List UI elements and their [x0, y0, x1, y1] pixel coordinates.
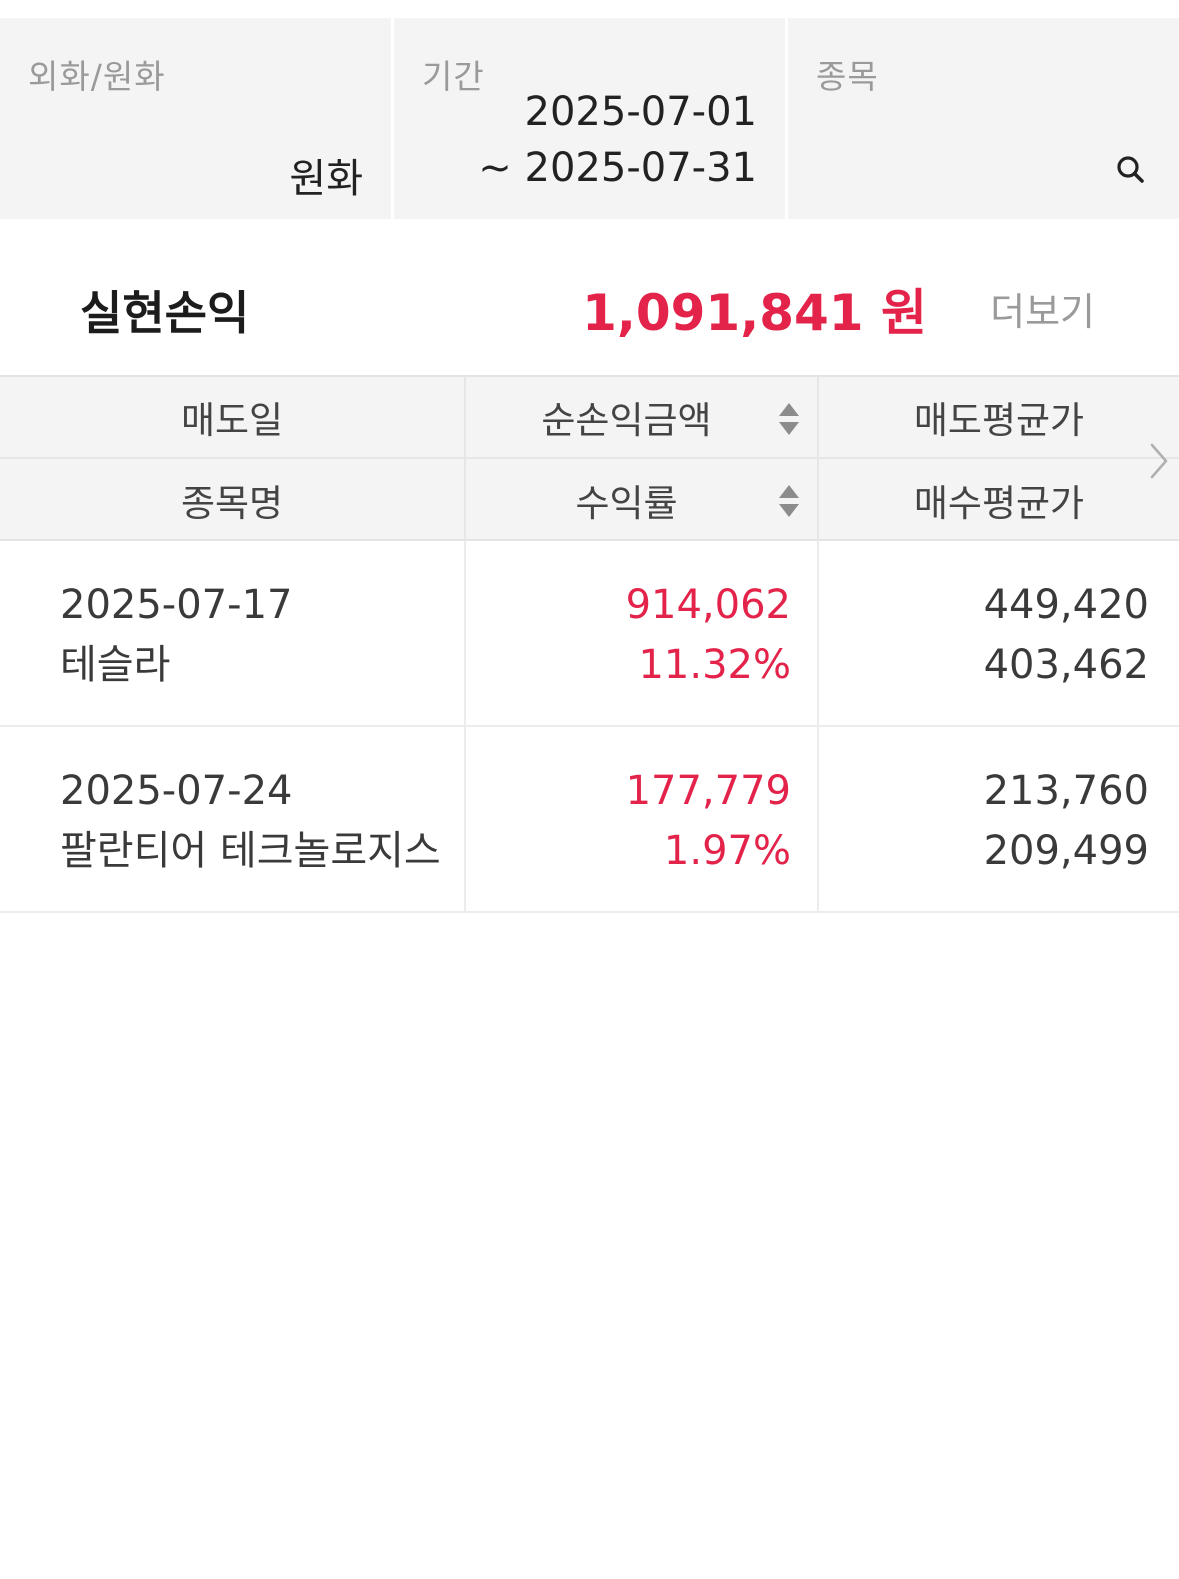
header-avg-sell-price: 매도평균가	[819, 377, 1179, 457]
row-profit-cell: 914,062 11.32%	[466, 541, 819, 725]
realized-profit-summary: 실현손익 1,091,841 원 더보기	[0, 219, 1179, 375]
row-profit-cell: 177,779 1.97%	[466, 727, 819, 911]
table-row[interactable]: 2025-07-17 테슬라 914,062 11.32% 449,420 40…	[0, 541, 1179, 727]
currency-filter-label: 외화/원화	[28, 57, 166, 96]
period-range: 2025-07-01 ~ 2025-07-31	[478, 84, 757, 196]
sell-date: 2025-07-24	[60, 768, 293, 814]
net-profit: 177,779	[625, 768, 791, 814]
header-stock-name: 종목명	[0, 459, 466, 541]
sort-icon[interactable]	[777, 399, 801, 439]
search-icon[interactable]	[1115, 154, 1145, 184]
chevron-right-icon[interactable]	[1147, 441, 1171, 481]
stock-name: 팔란티어 테크놀로지스	[60, 828, 441, 874]
stock-filter-label: 종목	[816, 57, 879, 96]
row-price-cell: 449,420 403,462	[819, 541, 1179, 725]
sort-icon[interactable]	[777, 481, 801, 521]
period-start: 2025-07-01	[524, 89, 757, 135]
currency-filter-value: 원화	[289, 156, 363, 202]
summary-amount: 1,091,841 원	[582, 284, 927, 342]
net-profit: 914,062	[625, 582, 791, 628]
header-avg-sell-price-label: 매도평균가	[913, 399, 1085, 442]
row-price-cell: 213,760 209,499	[819, 727, 1179, 911]
row-date-name-cell: 2025-07-24 팔란티어 테크놀로지스	[0, 727, 466, 911]
header-row-2: 종목명 수익률 매수평균가	[0, 459, 1179, 541]
header-avg-buy-price-label: 매수평균가	[913, 482, 1085, 525]
table-row[interactable]: 2025-07-24 팔란티어 테크놀로지스 177,779 1.97% 213…	[0, 727, 1179, 913]
avg-buy-price: 403,462	[983, 642, 1149, 688]
stock-name: 테슬라	[60, 642, 171, 688]
stock-filter[interactable]: 종목	[788, 18, 1179, 219]
avg-buy-price: 209,499	[983, 828, 1149, 874]
return-rate: 1.97%	[663, 828, 791, 874]
filter-bar: 외화/원화 원화 기간 2025-07-01 ~ 2025-07-31 종목	[0, 18, 1179, 219]
header-return-rate-label: 수익률	[575, 482, 678, 525]
header-row-1: 매도일 순손익금액 매도평균가	[0, 377, 1179, 459]
return-rate: 11.32%	[638, 642, 791, 688]
header-sell-date: 매도일	[0, 377, 466, 457]
header-sell-date-label: 매도일	[180, 399, 284, 442]
more-button[interactable]: 더보기	[990, 281, 1095, 336]
header-return-rate[interactable]: 수익률	[466, 459, 819, 541]
period-filter[interactable]: 기간 2025-07-01 ~ 2025-07-31	[394, 18, 785, 219]
period-filter-label: 기간	[422, 57, 485, 96]
header-net-profit-label: 순손익금액	[541, 399, 712, 442]
header-net-profit[interactable]: 순손익금액	[466, 377, 819, 457]
avg-sell-price: 213,760	[983, 768, 1149, 814]
avg-sell-price: 449,420	[983, 582, 1149, 628]
currency-filter[interactable]: 외화/원화 원화	[0, 18, 391, 219]
table-header: 매도일 순손익금액 매도평균가 종목명 수익률 매수평균가	[0, 375, 1179, 541]
header-stock-name-label: 종목명	[180, 482, 284, 525]
period-end: ~ 2025-07-31	[478, 145, 757, 191]
header-avg-buy-price: 매수평균가	[819, 459, 1179, 541]
summary-title: 실현손익	[80, 286, 250, 340]
sell-date: 2025-07-17	[60, 582, 293, 628]
row-date-name-cell: 2025-07-17 테슬라	[0, 541, 466, 725]
